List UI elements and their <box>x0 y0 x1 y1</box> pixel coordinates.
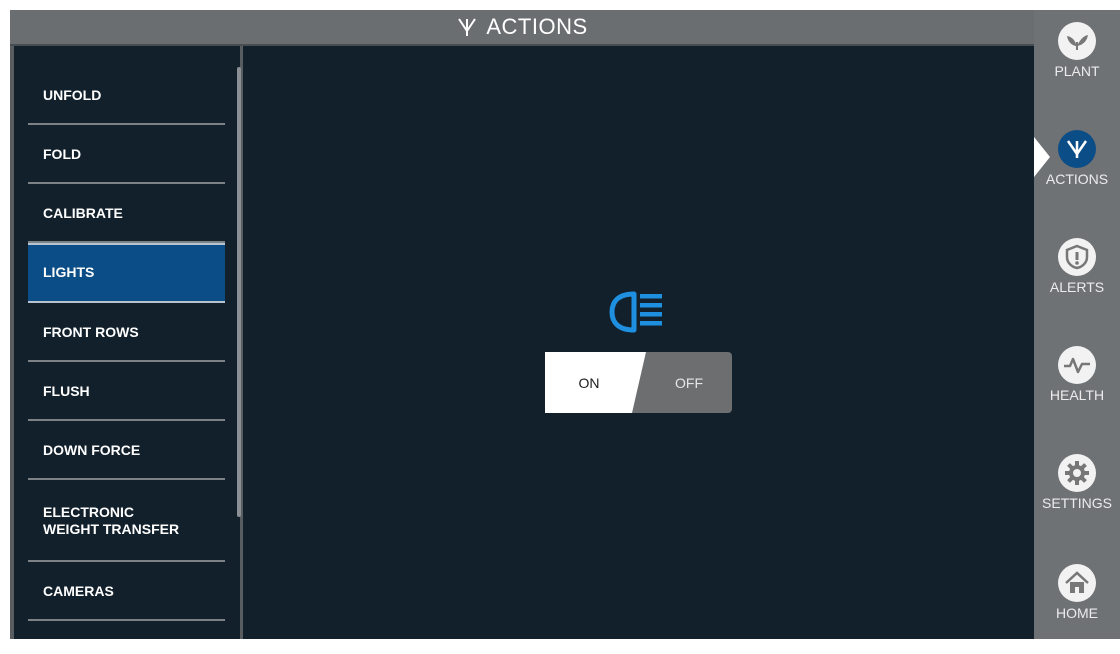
nav-item-alerts-label: ALERTS <box>1049 279 1105 295</box>
nav-item-plant-label: PLANT <box>1054 63 1100 79</box>
menu-scrollbar[interactable] <box>237 67 241 517</box>
toggle-off-button[interactable]: OFF <box>632 352 732 413</box>
nav-sidebar: PLANT ACTIONS ALERTS HEALTH SETTINGS HOM… <box>1034 10 1120 639</box>
menu-item-lights[interactable]: LIGHTS <box>28 243 225 303</box>
nav-item-home-label: HOME <box>1056 605 1098 621</box>
nav-item-alerts[interactable]: ALERTS <box>1034 238 1120 328</box>
menu-item-fold[interactable]: FOLD <box>28 127 225 184</box>
toggle-on-button[interactable]: ON <box>545 352 647 413</box>
title-bar: ACTIONS <box>10 10 1034 46</box>
app-frame: ACTIONS UNFOLD FOLD CALIBRATE LIGHTS FRO… <box>10 10 1120 639</box>
actions-icon <box>456 17 478 37</box>
nav-item-settings[interactable]: SETTINGS <box>1034 454 1120 544</box>
menu-item-unfold[interactable]: UNFOLD <box>28 68 225 125</box>
nav-item-plant[interactable]: PLANT <box>1034 22 1120 112</box>
actions-icon <box>1058 130 1096 168</box>
nav-item-health[interactable]: HEALTH <box>1034 346 1120 436</box>
heartbeat-icon <box>1058 346 1096 384</box>
menu-item-down-force[interactable]: DOWN FORCE <box>28 423 225 480</box>
nav-item-health-label: HEALTH <box>1049 387 1105 403</box>
lights-toggle: ON OFF <box>545 352 732 413</box>
menu-item-flush[interactable]: FLUSH <box>28 364 225 421</box>
menu-item-cameras[interactable]: CAMERAS <box>28 564 225 621</box>
nav-item-actions[interactable]: ACTIONS <box>1034 130 1120 220</box>
plant-icon <box>1058 22 1096 60</box>
nav-item-home[interactable]: HOME <box>1034 564 1120 654</box>
menu-item-front-rows[interactable]: FRONT ROWS <box>28 305 225 362</box>
nav-item-settings-label: SETTINGS <box>1041 495 1112 511</box>
home-icon <box>1058 564 1096 602</box>
menu-item-calibrate[interactable]: CALIBRATE <box>28 186 225 243</box>
gear-icon <box>1058 454 1096 492</box>
page-title: ACTIONS <box>486 14 588 39</box>
menu-item-electronic-weight-transfer[interactable]: ELECTRONIC WEIGHT TRANSFER <box>28 482 225 562</box>
nav-item-actions-label: ACTIONS <box>1045 171 1109 187</box>
alert-shield-icon <box>1058 238 1096 276</box>
actions-menu: UNFOLD FOLD CALIBRATE LIGHTS FRONT ROWS … <box>14 46 240 639</box>
headlight-icon <box>606 286 670 343</box>
lights-panel: ON OFF <box>243 46 1034 639</box>
